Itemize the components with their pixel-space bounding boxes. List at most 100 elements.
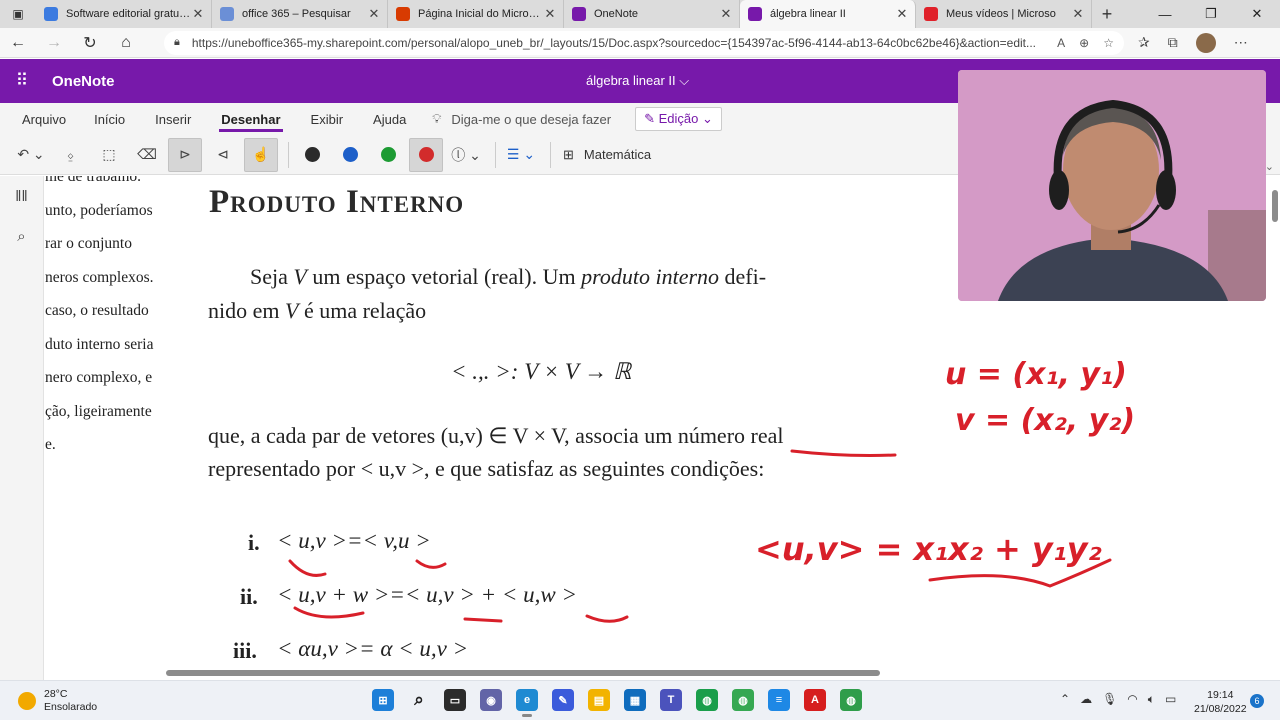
pen-color-red[interactable] [409,137,443,172]
pen-color-green[interactable] [371,138,405,172]
earcup-right [1156,170,1176,210]
document-title[interactable]: álgebra linear II ⌵ [586,73,689,89]
side-line: rar o conjunto [45,235,132,252]
minimize-icon[interactable]: — [1142,0,1188,28]
favorite-add-icon[interactable]: ☆ [1103,36,1114,50]
tab-actions-icon[interactable]: ▣ [0,0,36,28]
pen-color-blue[interactable] [333,138,367,172]
start-icon[interactable]: ⊞ [372,689,394,711]
line-weight-icon[interactable]: ☰ ⌄ [502,138,540,172]
profile-avatar[interactable] [1195,32,1216,53]
app-launcher-icon[interactable]: ⠿ [2,71,42,91]
lasso-dropdown-icon[interactable]: ⓛ ⌄ [447,138,485,172]
new-tab-icon[interactable]: + [1092,4,1122,25]
microphone-icon[interactable]: 🎙︎ [1102,692,1117,707]
type-select-icon[interactable]: ⍚ [54,138,88,172]
collections-icon[interactable]: ⧉ [1168,34,1178,51]
refresh-icon[interactable]: ↻ [72,28,108,58]
close-window-icon[interactable]: ✕ [1234,0,1280,28]
store-icon[interactable]: ▦ [624,689,646,711]
pen-color-black[interactable] [295,138,329,172]
menu-exibir[interactable]: Exibir [309,103,346,135]
horizontal-scrollbar[interactable] [166,670,880,676]
close-icon[interactable]: ✕ [543,6,557,22]
ink-u-definition: u = (x₁, y₁) [945,357,1127,392]
browser-tab[interactable]: Página Inicial do Microsoft ✕ [388,0,564,28]
browser-tab[interactable]: office 365 – Pesquisar ✕ [212,0,388,28]
pen-tool-icon[interactable]: ⊳ [168,137,202,172]
edit-mode-button[interactable]: ✎ Edição ⌄ [635,107,722,131]
search-icon[interactable]: ⌕ [0,228,43,256]
side-line: caso, o resultado [45,302,149,319]
menu-ajuda[interactable]: Ajuda [371,103,408,135]
teams-icon[interactable]: T [660,689,682,711]
wifi-icon[interactable]: ◠ [1127,692,1137,707]
clock-time: 19:14 [1207,689,1234,701]
browser-tab[interactable]: Software editorial gratuito | ✕ [36,0,212,28]
forward-icon[interactable]: → [36,28,72,58]
url-field[interactable]: 🔒︎ https://uneboffice365-my.sharepoint.c… [164,30,1124,55]
ink-inner-product: <u,v> = x₁x₂ + y₁y₂ [755,530,1102,568]
close-icon[interactable]: ✕ [719,6,733,22]
file-explorer-icon[interactable]: ▤ [588,689,610,711]
chevron-up-icon[interactable]: ⌃ [1060,692,1070,707]
chrome-profile-icon[interactable]: ◍ [732,689,754,711]
home-icon[interactable]: ⌂ [108,28,144,58]
task-view-icon[interactable]: ▭ [444,689,466,711]
close-icon[interactable]: ✕ [1071,6,1085,22]
close-icon[interactable]: ✕ [367,6,381,22]
onedrive-icon[interactable]: ☁ [1080,692,1092,707]
vertical-scrollbar[interactable] [1272,190,1278,222]
more-icon[interactable]: ⋯ [1234,34,1248,51]
chat-icon[interactable]: ◉ [480,689,502,711]
menu-inserir[interactable]: Inserir [153,103,193,135]
favorites-icon[interactable]: ✰ [1138,34,1150,51]
tell-me-search[interactable]: 💡︎ Diga-me o que deseja fazer [432,111,611,127]
battery-icon[interactable]: ▭ [1165,692,1176,707]
search-icon[interactable]: ⌕ [408,689,430,711]
volume-icon[interactable]: 🔈︎ [1148,692,1155,707]
lock-icon[interactable]: 🔒︎ [174,36,180,49]
back-icon[interactable]: ← [0,28,36,58]
ink-v-definition: v = (x₂, y₂) [955,403,1135,438]
highlighter-icon[interactable]: ⊲ [206,138,240,172]
text: é uma relação [298,298,427,323]
webcam-overlay [958,70,1266,301]
maximize-icon[interactable]: ❐ [1188,0,1234,28]
close-icon[interactable]: ✕ [895,6,909,22]
touch-draw-icon[interactable]: ☝ [244,137,278,172]
chevron-down-icon[interactable]: ⌄ [1265,160,1274,173]
undo-icon[interactable]: ↶ ⌄ [12,138,50,172]
edge-icon[interactable]: e [516,689,538,717]
math-button[interactable]: ⊞ Matemática [557,147,657,163]
ink-underline-formula [928,558,1112,588]
chrome-alt-icon[interactable]: ◍ [840,689,862,711]
browser-tab[interactable]: Meus vídeos | Microso ✕ [916,0,1092,28]
read-aloud-icon[interactable]: A [1057,36,1065,50]
weather-widget[interactable]: 28°C Ensolarado [18,688,97,714]
lasso-select-icon[interactable]: ⬚ [92,138,126,172]
close-icon[interactable]: ✕ [191,6,205,22]
menu-arquivo[interactable]: Arquivo [20,103,68,135]
menu-inicio[interactable]: Início [92,103,127,135]
toolbar-divider [550,141,551,168]
browser-tab[interactable]: OneNote ✕ [564,0,740,28]
acrobat-icon[interactable]: A [804,689,826,711]
eraser-icon[interactable]: ⌫ [130,138,164,172]
notification-badge[interactable]: 6 [1250,694,1264,708]
notepad-icon[interactable]: ≡ [768,689,790,711]
whiteboard-icon[interactable]: ✎ [552,689,574,711]
clock[interactable]: 19:14 21/08/2022 [1194,688,1247,716]
onenote-favicon-icon [572,7,586,21]
tab-label: álgebra linear II [770,8,846,20]
text: Seja [250,264,294,289]
math-label: Matemática [583,147,652,162]
grid-favicon-icon [44,7,58,21]
app-name[interactable]: OneNote [52,73,115,90]
chrome-icon[interactable]: ◍ [696,689,718,711]
text: defi- [719,264,767,289]
zoom-icon[interactable]: ⊕ [1079,36,1089,50]
notebooks-icon[interactable]: ‖‖ [0,188,43,216]
browser-tab-active[interactable]: álgebra linear II ✕ [740,0,916,28]
menu-desenhar[interactable]: Desenhar [219,103,283,135]
